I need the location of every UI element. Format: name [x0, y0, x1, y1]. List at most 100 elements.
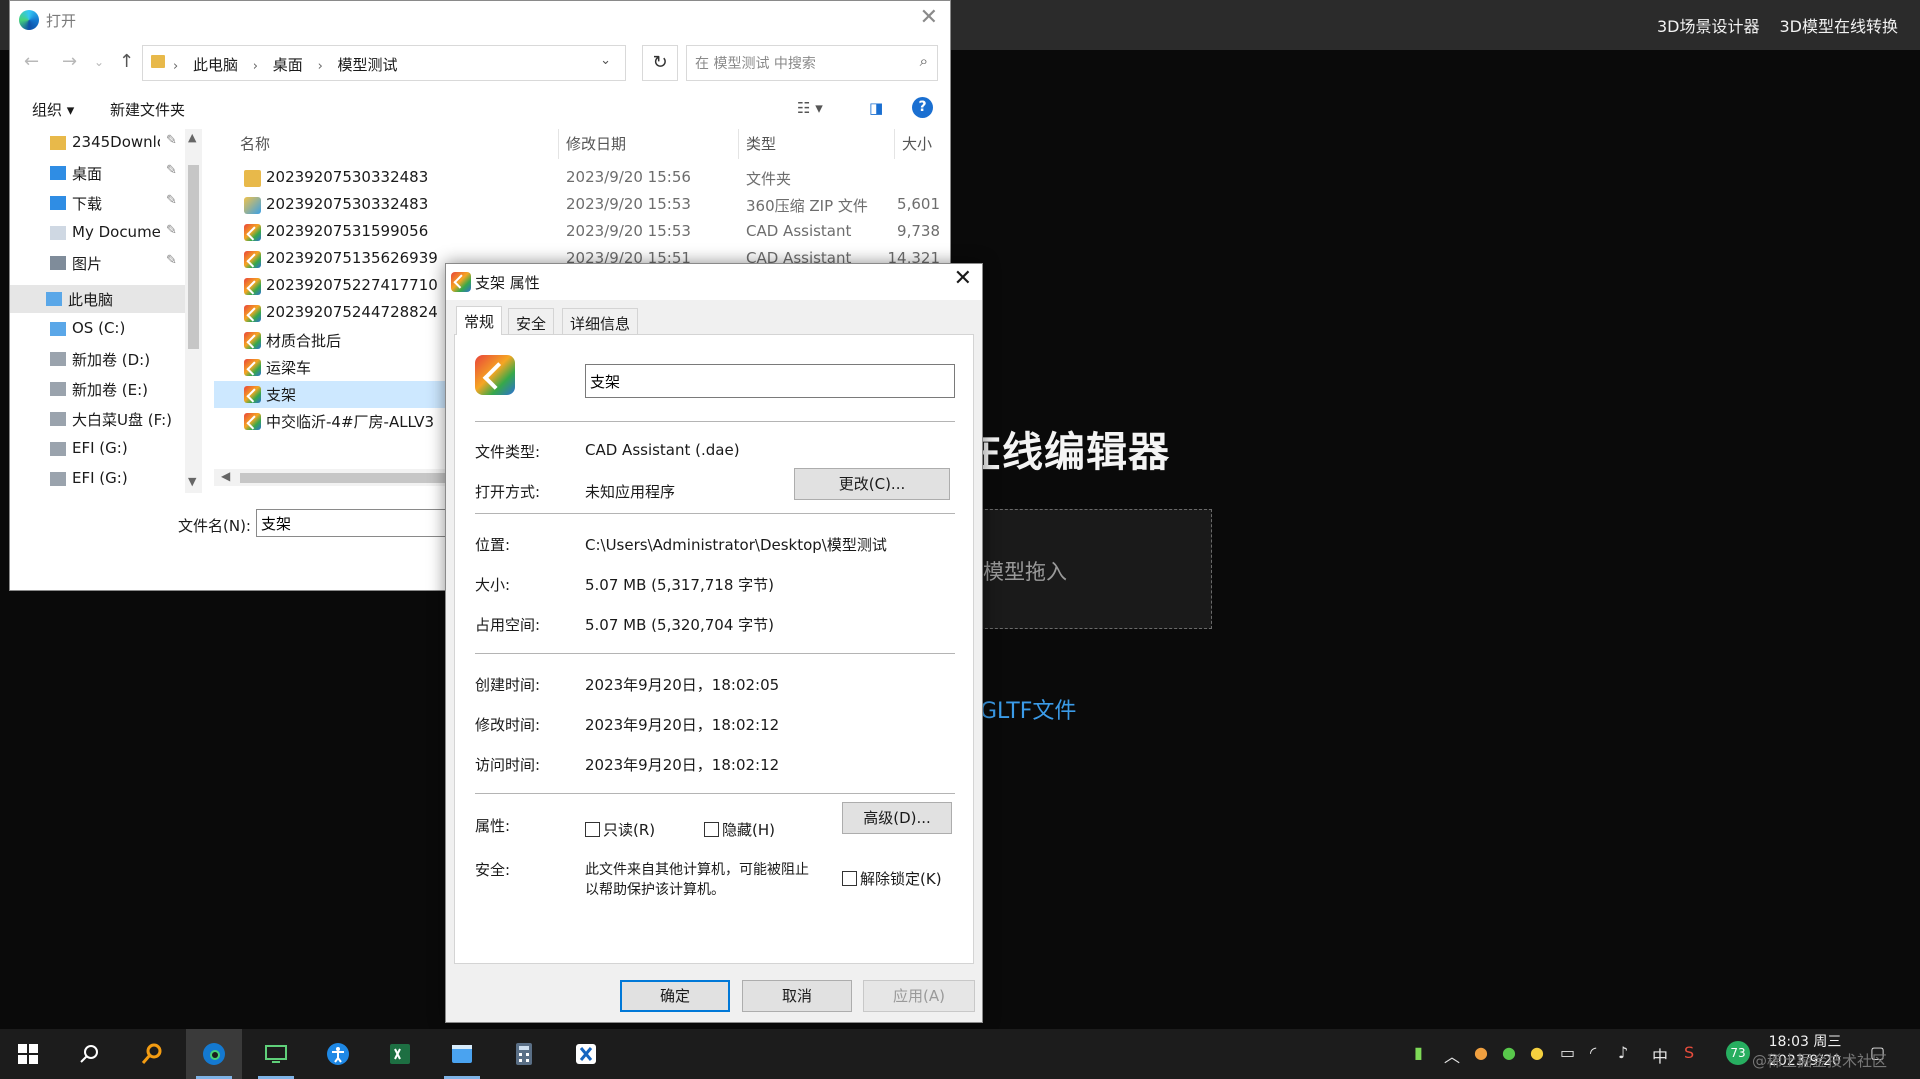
nav-item-label: EFI (G:) [72, 439, 128, 457]
nav-scroll-thumb[interactable] [188, 165, 199, 349]
column-size[interactable]: 大小 [902, 133, 932, 154]
nav-item-label: 新加卷 (D:) [72, 351, 151, 369]
h-scroll-thumb[interactable] [240, 473, 454, 483]
pin-icon: ✎ [166, 253, 177, 268]
nav-item[interactable]: 新加卷 (E:) [10, 375, 192, 403]
taskbar-search-app[interactable] [124, 1029, 180, 1079]
change-button[interactable]: 更改(C)... [794, 468, 950, 500]
taskbar-remote-desktop[interactable] [248, 1029, 304, 1079]
file-row[interactable]: 支架 [214, 381, 454, 408]
nav-item[interactable]: 桌面 ✎ [10, 159, 192, 187]
search-box[interactable]: ⌕ [686, 45, 938, 81]
new-folder-button[interactable]: 新建文件夹 [110, 99, 185, 120]
readonly-checkbox[interactable]: 只读(R) [585, 819, 655, 840]
drive-icon [50, 352, 66, 366]
forward-icon[interactable]: → [62, 51, 77, 72]
column-date[interactable]: 修改日期 [566, 133, 626, 154]
nav-item[interactable]: My Docume ✎ [10, 219, 192, 247]
breadcrumb-this-pc[interactable]: 此电脑 [193, 56, 238, 74]
unblock-checkbox[interactable]: 解除锁定(K) [842, 868, 942, 889]
column-divider[interactable] [894, 129, 895, 159]
tray-app-icon[interactable]: ● [1530, 1043, 1544, 1062]
advanced-button[interactable]: 高级(D)... [842, 802, 952, 834]
breadcrumb-desktop[interactable]: 桌面 [273, 56, 303, 74]
nav-scene-designer[interactable]: 3D场景设计器 [1657, 13, 1760, 37]
column-name[interactable]: 名称 [240, 133, 270, 154]
sogou-icon[interactable]: S [1684, 1043, 1694, 1062]
search-button[interactable] [62, 1029, 118, 1079]
performance-badge[interactable]: 73 [1726, 1041, 1750, 1065]
nav-item[interactable]: EFI (G:) [10, 435, 192, 463]
scroll-left-icon[interactable]: ◀ [221, 469, 230, 483]
breadcrumb-model-test[interactable]: 模型测试 [338, 56, 398, 74]
help-icon[interactable]: ? [912, 97, 933, 118]
close-icon[interactable]: ✕ [954, 266, 972, 291]
ime-indicator[interactable]: 中 [1652, 1043, 1668, 1067]
chevron-down-icon[interactable]: ⌄ [600, 53, 611, 68]
apply-button[interactable]: 应用(A) [863, 980, 975, 1012]
wifi-icon[interactable]: ◜ [1590, 1043, 1596, 1062]
nav-item[interactable]: 图片 ✎ [10, 249, 192, 277]
cad-assistant-icon [244, 224, 261, 241]
gltf-link[interactable]: GLTF文件 [980, 693, 1076, 725]
checkbox-box[interactable] [585, 822, 600, 837]
back-icon[interactable]: ← [24, 51, 39, 72]
taskbar-calculator[interactable] [496, 1029, 552, 1079]
start-button[interactable] [0, 1029, 56, 1079]
refresh-icon[interactable]: ↻ [642, 45, 678, 81]
taskbar-xmind[interactable] [558, 1029, 614, 1079]
tab-security[interactable]: 安全 [508, 308, 555, 334]
folder-icon [244, 170, 261, 187]
filename-input[interactable] [256, 509, 446, 537]
taskbar-explorer[interactable] [434, 1029, 490, 1079]
organize-menu[interactable]: 组织 ▾ [32, 99, 74, 120]
checkbox-box[interactable] [704, 822, 719, 837]
nav-item[interactable]: 新加卷 (D:) [10, 345, 192, 373]
view-options-icon[interactable]: ☷ ▾ [797, 99, 823, 117]
taskbar-accessibility[interactable] [310, 1029, 366, 1079]
file-row[interactable]: 20239207531599056 2023/9/20 15:53 CAD Assi… [214, 219, 950, 246]
x-app-icon [576, 1044, 596, 1064]
tab-general[interactable]: 常规 [456, 306, 503, 335]
nav-item[interactable]: 此电脑 [10, 285, 192, 313]
up-icon[interactable]: ↑ [119, 51, 134, 72]
nav-item[interactable]: EFI (G:) [10, 465, 192, 493]
search-icon[interactable]: ⌕ [920, 52, 928, 70]
file-row[interactable]: 20239207530332483 2023/9/20 15:56 文件夹 [214, 165, 950, 192]
nav-item[interactable]: OS (C:) [10, 315, 192, 343]
taskbar-excel[interactable] [372, 1029, 428, 1079]
column-divider[interactable] [558, 129, 559, 159]
recent-locations-icon[interactable]: ⌄ [94, 55, 104, 69]
battery-plug-icon[interactable]: ▮ [1414, 1043, 1423, 1062]
drive-icon [50, 442, 66, 456]
app-tray-icon[interactable]: ● [1474, 1043, 1488, 1062]
nav-item[interactable]: 大白菜U盘 (F:) [10, 405, 192, 433]
wechat-icon[interactable]: ● [1502, 1043, 1516, 1062]
horizontal-scrollbar[interactable]: ◀ [214, 469, 454, 486]
battery-icon[interactable]: ▭ [1560, 1043, 1575, 1062]
column-type[interactable]: 类型 [746, 133, 776, 154]
cancel-button[interactable]: 取消 [742, 980, 852, 1012]
file-row[interactable]: 20239207530332483 2023/9/20 15:53 360压缩 ZI… [214, 192, 950, 219]
scroll-up-icon[interactable]: ▲ [188, 131, 196, 144]
address-bar[interactable]: › 此电脑 › 桌面 › 模型测试 ⌄ [142, 45, 626, 81]
preview-pane-icon[interactable]: ◨ [869, 99, 883, 117]
nav-item[interactable]: 2345Downlc ✎ [10, 129, 192, 157]
nav-item[interactable]: 下载 ✎ [10, 189, 192, 217]
nav-scrollbar[interactable]: ▲ ▼ [185, 129, 202, 493]
column-divider[interactable] [738, 129, 739, 159]
nav-model-converter[interactable]: 3D模型在线转换 [1779, 13, 1898, 37]
file-name-field[interactable] [585, 364, 955, 398]
hidden-checkbox[interactable]: 隐藏(H) [704, 819, 775, 840]
taskbar-edge[interactable] [186, 1029, 242, 1079]
checkbox-box[interactable] [842, 871, 857, 886]
search-input[interactable] [693, 52, 897, 76]
close-icon[interactable]: ✕ [920, 5, 938, 30]
ok-button[interactable]: 确定 [620, 980, 730, 1012]
model-drop-zone[interactable]: 模型拖入 [960, 509, 1212, 629]
download-icon [50, 196, 66, 210]
tab-details[interactable]: 详细信息 [562, 308, 639, 334]
scroll-down-icon[interactable]: ▼ [188, 475, 196, 488]
volume-icon[interactable]: ♪ [1618, 1043, 1628, 1062]
chevron-up-icon[interactable]: ︿ [1444, 1043, 1460, 1067]
